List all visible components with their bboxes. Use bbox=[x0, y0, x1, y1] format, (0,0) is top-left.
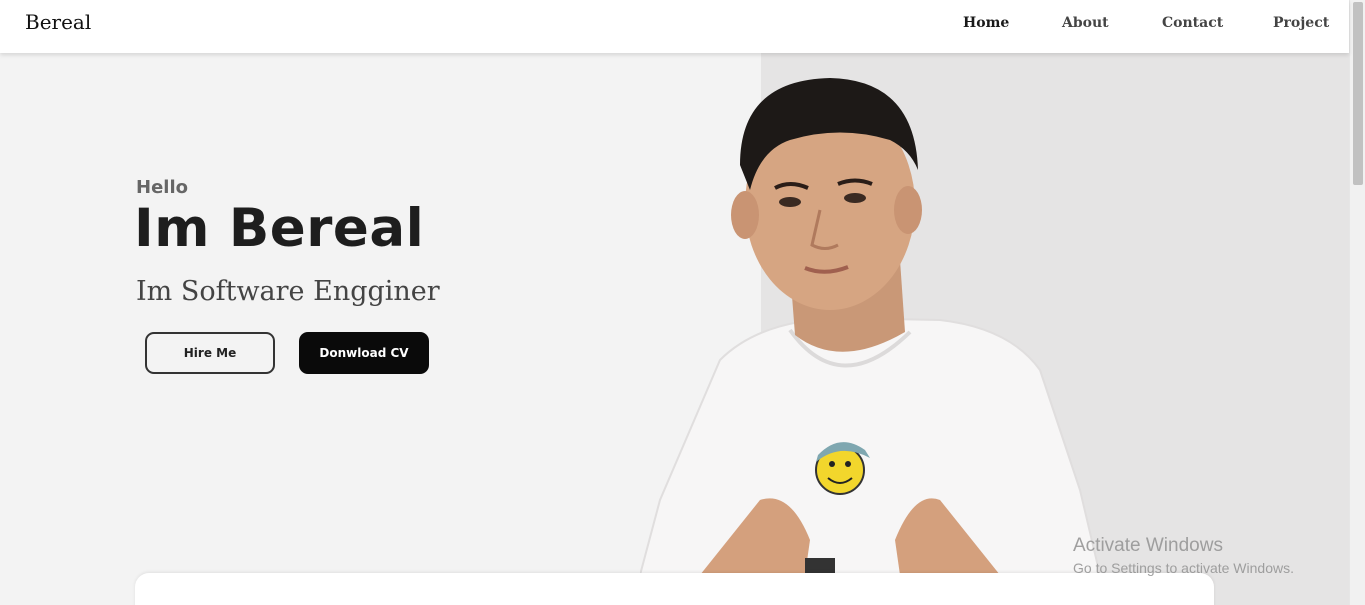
vertical-scrollbar[interactable] bbox=[1349, 0, 1365, 605]
navbar: Bereal Home About Contact Project bbox=[0, 0, 1349, 53]
watermark-title: Activate Windows bbox=[1073, 535, 1223, 556]
nav-about-link[interactable]: About bbox=[1062, 15, 1109, 31]
profile-photo bbox=[640, 78, 1100, 575]
nav-home-link[interactable]: Home bbox=[963, 15, 1009, 31]
hero-title: Im Bereal bbox=[134, 198, 425, 259]
brand-logo[interactable]: Bereal bbox=[25, 10, 91, 34]
activate-windows-watermark: Activate Windows Go to Settings to activ… bbox=[1073, 535, 1294, 576]
nav-project-link[interactable]: Project bbox=[1273, 15, 1329, 31]
hire-me-button[interactable]: Hire Me bbox=[145, 332, 275, 374]
nav-contact-link[interactable]: Contact bbox=[1162, 15, 1223, 31]
hero-greeting: Hello bbox=[136, 177, 188, 198]
scrollbar-thumb[interactable] bbox=[1353, 2, 1363, 185]
watermark-subtitle: Go to Settings to activate Windows. bbox=[1073, 560, 1294, 576]
download-cv-button[interactable]: Donwload CV bbox=[299, 332, 429, 374]
hero-subtitle: Im Software Engginer bbox=[136, 276, 440, 307]
bottom-card bbox=[135, 573, 1214, 605]
